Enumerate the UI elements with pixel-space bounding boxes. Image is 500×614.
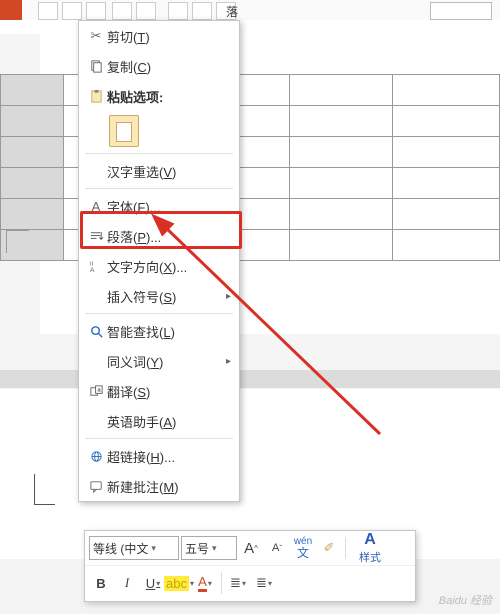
menu-label: 翻译(S) [107, 382, 231, 401]
paste-icon [85, 89, 107, 104]
font-size-combo[interactable]: 五号▾ [181, 536, 237, 560]
menu-font[interactable]: A 字体(F)... [79, 191, 239, 221]
toolbar-button[interactable] [112, 2, 132, 20]
bold-button[interactable]: B [89, 571, 113, 595]
menu-label: 智能查找(L) [107, 322, 231, 341]
toolbar-button[interactable] [168, 2, 188, 20]
underline-button[interactable]: U▾ [141, 571, 165, 595]
font-name-combo[interactable]: 等线 (中文▾ [89, 536, 179, 560]
cut-icon: ✂ [85, 28, 107, 44]
toolbar-button[interactable] [86, 2, 106, 20]
menu-label: 同义词(Y) [107, 352, 226, 371]
paste-option-keep-source[interactable] [79, 111, 239, 151]
menu-label: 段落(P)... [107, 227, 231, 246]
app-accent [0, 0, 22, 20]
menu-label: 文字方向(X)... [107, 257, 231, 276]
paste-clipboard-icon [109, 115, 139, 147]
ribbon-topbar: 落 [0, 0, 500, 21]
separator [221, 572, 222, 594]
bullets-button[interactable]: ≣▾ [226, 571, 250, 595]
font-color-button[interactable]: A▾ [193, 571, 217, 595]
text-direction-icon: IIA [85, 259, 107, 274]
menu-new-comment[interactable]: 新建批注(M) [79, 471, 239, 501]
italic-button[interactable]: I [115, 571, 139, 595]
menu-label: 汉字重选(V) [107, 162, 231, 181]
menu-paste-header: 粘贴选项: [79, 81, 239, 111]
submenu-arrow-icon: ▸ [226, 356, 231, 367]
comment-icon [85, 479, 107, 494]
menu-label: 复制(C) [107, 57, 231, 76]
menu-separator [85, 153, 233, 154]
menu-label: 超链接(H)... [107, 447, 231, 466]
menu-label: 字体(F)... [107, 197, 231, 216]
watermark: Baidu 经验 [439, 592, 492, 608]
mini-toolbar: 等线 (中文▾ 五号▾ A^ Aˇ wén文 ✐ A 样式 B I U▾ abc… [84, 530, 416, 602]
menu-synonyms[interactable]: 同义词(Y) ▸ [79, 346, 239, 376]
menu-translate[interactable]: a 翻译(S) [79, 376, 239, 406]
font-icon: A [85, 199, 107, 214]
toolbar-button[interactable] [38, 2, 58, 20]
menu-label: 英语助手(A) [107, 412, 231, 431]
truncated-label: 落 [226, 3, 238, 20]
menu-text-direction[interactable]: IIA 文字方向(X)... [79, 251, 239, 281]
document-table[interactable] [0, 74, 500, 261]
toolbar-button[interactable] [62, 2, 82, 20]
paragraph-icon [85, 229, 107, 244]
menu-copy[interactable]: 复制(C) [79, 51, 239, 81]
styles-preview[interactable] [430, 2, 492, 20]
page-corner-mark [34, 474, 55, 505]
toolbar-button[interactable] [136, 2, 156, 20]
menu-smart-lookup[interactable]: 智能查找(L) [79, 316, 239, 346]
menu-label: 新建批注(M) [107, 477, 231, 496]
format-painter-button[interactable]: ✐ [317, 536, 341, 560]
phonetic-guide-button[interactable]: wén文 [291, 536, 315, 560]
menu-hanzi-reselect[interactable]: 汉字重选(V) [79, 156, 239, 186]
menu-english-assistant[interactable]: 英语助手(A) [79, 406, 239, 436]
menu-insert-symbol[interactable]: 插入符号(S) ▸ [79, 281, 239, 311]
menu-separator [85, 188, 233, 189]
styles-button[interactable]: A 样式 [350, 533, 390, 563]
translate-icon: a [85, 384, 107, 399]
chevron-down-icon: ▾ [151, 543, 156, 554]
decrease-font-button[interactable]: Aˇ [265, 536, 289, 560]
context-menu: ✂ 剪切(T) 复制(C) 粘贴选项: 汉字重选(V) A 字体(F)... 段… [78, 20, 240, 502]
crop-mark [6, 230, 29, 253]
increase-font-button[interactable]: A^ [239, 536, 263, 560]
submenu-arrow-icon: ▸ [226, 291, 231, 302]
toolbar-button[interactable] [192, 2, 212, 20]
highlight-color-button[interactable]: abc▾ [167, 571, 191, 595]
menu-cut[interactable]: ✂ 剪切(T) [79, 21, 239, 51]
search-icon [85, 324, 107, 339]
copy-icon [85, 59, 107, 74]
svg-text:A: A [89, 267, 94, 274]
menu-label: 剪切(T) [107, 27, 231, 46]
document-page [0, 34, 500, 528]
menu-separator [85, 438, 233, 439]
menu-separator [85, 313, 233, 314]
menu-label: 插入符号(S) [107, 287, 226, 306]
link-icon [85, 449, 107, 464]
page-gap [0, 370, 500, 388]
separator [345, 537, 346, 559]
menu-paragraph[interactable]: 段落(P)... [79, 221, 239, 251]
ruler [0, 20, 500, 35]
numbering-button[interactable]: ≣▾ [252, 571, 276, 595]
chevron-down-icon: ▾ [212, 543, 217, 554]
menu-label: 粘贴选项: [107, 87, 231, 106]
menu-hyperlink[interactable]: 超链接(H)... [79, 441, 239, 471]
